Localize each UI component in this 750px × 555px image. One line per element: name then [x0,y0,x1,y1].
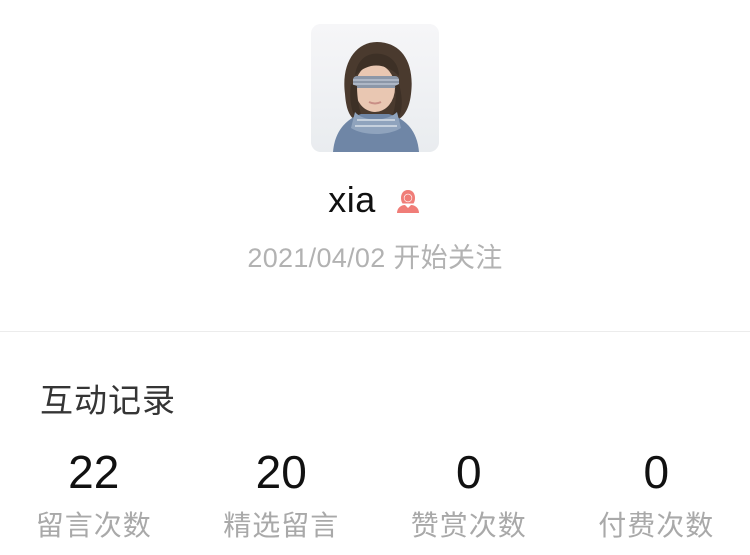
stat-value: 20 [255,446,307,498]
stat-value: 22 [68,446,120,498]
stat-value: 0 [455,446,482,498]
stat-featured-comments[interactable]: 20 精选留言 [188,444,376,546]
stat-value: 0 [643,446,670,498]
stat-label: 留言次数 [35,510,152,541]
follow-date: 2021/04/02 开始关注 [247,243,503,273]
divider [0,331,750,332]
interaction-stats: 22 留言次数 20 精选留言 0 赞赏次数 0 付费次数 [0,444,750,546]
female-user-icon [394,187,422,215]
user-name: xia [328,179,376,220]
stat-reward-count[interactable]: 0 赞赏次数 [375,444,563,546]
stat-label: 精选留言 [223,510,340,541]
avatar[interactable] [311,24,439,152]
stat-label: 付费次数 [598,510,715,541]
section-title-interaction: 互动记录 [40,382,176,419]
profile-name-row: xia [0,176,750,224]
stat-comment-count[interactable]: 22 留言次数 [0,444,188,546]
stat-label: 赞赏次数 [410,510,527,541]
stat-payment-count[interactable]: 0 付费次数 [563,444,750,546]
avatar-image [311,24,439,152]
